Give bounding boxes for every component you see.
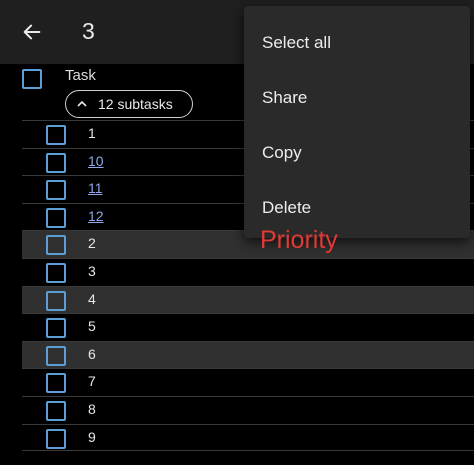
task-checkbox[interactable]: [46, 263, 66, 283]
task-checkbox[interactable]: [46, 152, 66, 173]
menu-item-share[interactable]: Share: [244, 70, 470, 125]
task-label-link[interactable]: 12: [88, 208, 104, 224]
task-label: 6: [88, 345, 96, 362]
task-label-link[interactable]: 10: [88, 153, 104, 169]
task-label: 1: [88, 125, 96, 141]
task-checkbox[interactable]: [46, 345, 66, 366]
task-label: 9: [88, 428, 96, 445]
task-checkbox[interactable]: [46, 125, 66, 145]
page-title: 3: [82, 18, 95, 44]
arrow-left-icon: [23, 24, 41, 40]
task-row[interactable]: 3: [22, 258, 474, 286]
task-row[interactable]: 9: [22, 423, 474, 452]
task-row[interactable]: 4: [22, 285, 474, 314]
task-label: 3: [88, 263, 96, 279]
task-checkbox[interactable]: [46, 373, 66, 394]
task-row[interactable]: 5: [22, 313, 474, 341]
task-row[interactable]: 7: [22, 368, 474, 396]
task-label-link[interactable]: 11: [88, 180, 103, 196]
task-checkbox[interactable]: [46, 180, 66, 201]
task-label: 8: [88, 401, 96, 417]
priority-label: Priority: [260, 226, 338, 254]
task-checkbox[interactable]: [46, 401, 66, 421]
menu-item-select-all[interactable]: Select all: [244, 15, 470, 70]
subtasks-toggle-chip[interactable]: 12 subtasks: [65, 90, 193, 118]
menu-item-copy[interactable]: Copy: [244, 125, 470, 180]
task-row[interactable]: 6: [22, 340, 474, 369]
task-row[interactable]: 8: [22, 396, 474, 424]
overflow-menu: Select all Share Copy Delete: [244, 6, 470, 238]
task-checkbox[interactable]: [46, 290, 66, 311]
task-checkbox[interactable]: [46, 428, 66, 449]
task-label: 5: [88, 318, 96, 335]
task-label: 4: [88, 290, 96, 307]
task-label: 2: [88, 235, 96, 252]
back-button[interactable]: [16, 16, 48, 48]
subtasks-count: 12 subtasks: [98, 96, 173, 112]
task-checkbox[interactable]: [46, 235, 66, 256]
task-checkbox[interactable]: [46, 207, 66, 228]
task-label: 7: [88, 373, 96, 390]
task-column-label: Task: [65, 67, 96, 84]
select-all-checkbox[interactable]: [22, 69, 42, 89]
chevron-up-icon: [76, 98, 88, 110]
task-checkbox[interactable]: [46, 318, 66, 339]
